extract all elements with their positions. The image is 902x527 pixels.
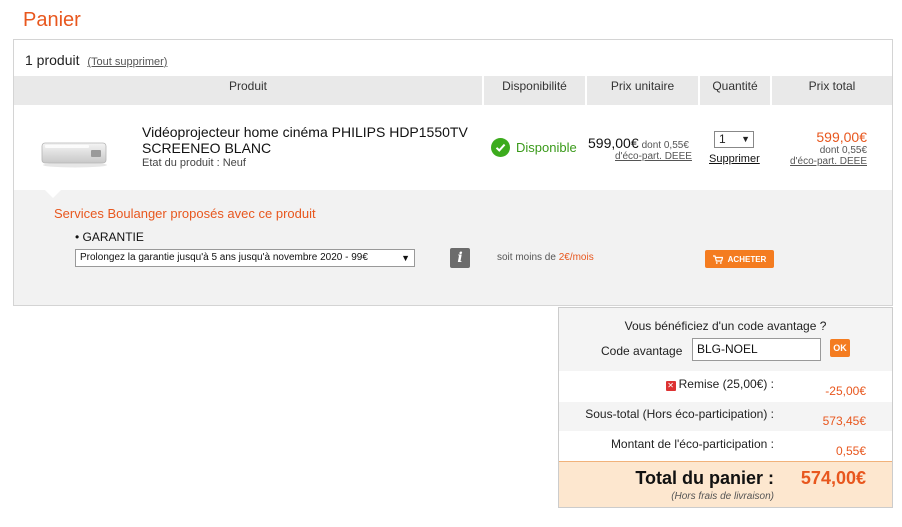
guarantee-label: • GARANTIE	[75, 230, 144, 244]
clear-all-link[interactable]: (Tout supprimer)	[87, 56, 167, 68]
subtotal-label: Sous-total (Hors éco-participation) :	[585, 407, 774, 421]
availability-status: Disponible	[491, 138, 577, 157]
cart-total-row: Total du panier : (Hors frais de livrais…	[559, 461, 892, 507]
item-total-price: 599,00€	[816, 129, 867, 145]
remove-item-link[interactable]: Supprimer	[709, 153, 760, 165]
quantity-value: 1	[719, 132, 726, 146]
promo-question: Vous bénéficiez d'un code avantage ?	[624, 319, 827, 333]
unit-price-value: 599,00€	[588, 135, 639, 151]
item-total-eco-prefix: dont 0,55€	[819, 145, 867, 156]
header-unit-price: Prix unitaire	[585, 76, 698, 105]
monthly-value: 2€/mois	[558, 252, 594, 263]
promo-ok-button[interactable]: OK	[830, 339, 850, 357]
discount-label: ✕ Remise (25,00€) :	[665, 377, 774, 391]
eco-row: Montant de l'éco-participation : 0,55€	[559, 431, 892, 461]
header-availability: Disponibilité	[482, 76, 585, 105]
guarantee-select[interactable]: Prolongez la garantie jusqu'à 5 ans jusq…	[75, 249, 415, 267]
unit-eco-prefix: dont 0,55€	[641, 140, 689, 151]
chevron-down-icon: ▼	[398, 250, 410, 266]
availability-label: Disponible	[516, 140, 577, 155]
guarantee-option: Prolongez la garantie jusqu'à 5 ans jusq…	[80, 252, 368, 263]
buy-label: ACHETER	[727, 254, 767, 264]
eco-label: Montant de l'éco-participation :	[610, 437, 774, 451]
promo-label: Code avantage	[601, 344, 683, 358]
header-total-price: Prix total	[770, 76, 892, 105]
subtotal-row: Sous-total (Hors éco-participation) : 57…	[559, 401, 892, 431]
remove-discount-icon[interactable]: ✕	[665, 381, 676, 391]
promo-section: Vous bénéficiez d'un code avantage ? Cod…	[559, 308, 892, 371]
product-name[interactable]: Vidéoprojecteur home cinéma PHILIPS HDP1…	[142, 124, 482, 156]
info-icon[interactable]: i	[450, 248, 470, 268]
order-summary: Vous bénéficiez d'un code avantage ? Cod…	[558, 307, 893, 508]
cart-count: 1 produit (Tout supprimer)	[25, 52, 167, 68]
product-state: Etat du produit : Neuf	[142, 157, 246, 169]
discount-row: ✕ Remise (25,00€) : -25,00€	[559, 371, 892, 401]
cart-item-row: Vidéoprojecteur home cinéma PHILIPS HDP1…	[14, 105, 892, 190]
cart-table-header: Produit Disponibilité Prix unitaire Quan…	[14, 76, 892, 105]
cart-count-label: 1 produit	[25, 52, 80, 68]
header-product: Produit	[228, 79, 268, 93]
monthly-price-note: soit moins de 2€/mois	[497, 252, 594, 263]
check-circle-icon	[491, 138, 510, 157]
pointer-notch	[45, 190, 61, 198]
chevron-down-icon: ▼	[741, 134, 750, 144]
cart-icon	[712, 254, 723, 264]
cart-panel: 1 produit (Tout supprimer) Produit Dispo…	[13, 39, 893, 306]
discount-label-text: Remise (25,00€) :	[678, 377, 774, 391]
services-panel: Services Boulanger proposés avec ce prod…	[14, 190, 892, 305]
services-title: Services Boulanger proposés avec ce prod…	[54, 206, 316, 221]
promo-code-input[interactable]: BLG-NOEL	[692, 338, 821, 361]
projector-thumbnail[interactable]	[39, 138, 109, 168]
page-title: Panier	[23, 9, 81, 31]
unit-price: 599,00€ dont 0,55€	[588, 135, 689, 151]
buy-button[interactable]: ACHETER	[705, 250, 774, 268]
header-quantity: Quantité	[698, 76, 770, 105]
item-total-eco-link[interactable]: d'éco-part. DEEE	[790, 156, 867, 167]
subtotal-value: 573,45€	[822, 414, 866, 428]
cart-total-value: 574,00€	[800, 468, 866, 488]
quantity-select[interactable]: 1 ▼	[714, 131, 754, 148]
monthly-prefix: soit moins de	[497, 252, 559, 263]
eco-value: 0,55€	[835, 444, 866, 458]
discount-value: -25,00€	[825, 384, 866, 398]
unit-eco-link[interactable]: d'éco-part. DEEE	[615, 151, 692, 162]
cart-total-label: Total du panier :	[635, 468, 774, 488]
cart-total-note: (Hors frais de livraison)	[671, 491, 774, 502]
